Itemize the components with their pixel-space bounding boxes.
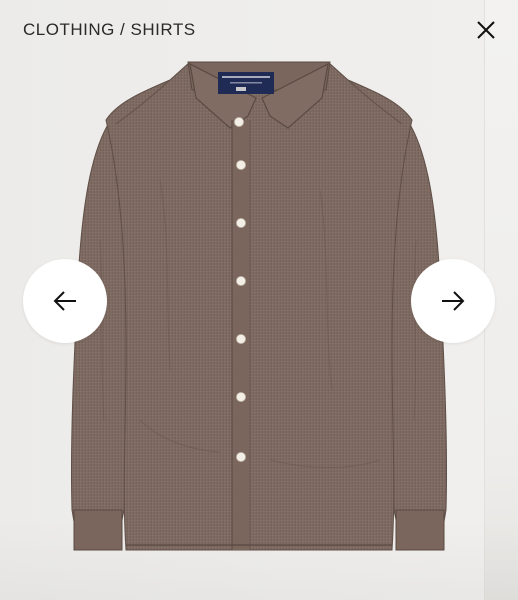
arrow-right-icon [442, 291, 465, 311]
viewer-header: CLOTHING / SHIRTS [0, 0, 518, 60]
arrow-left-icon [53, 291, 76, 311]
breadcrumb[interactable]: CLOTHING / SHIRTS [23, 20, 196, 40]
product-image-viewer: CLOTHING / SHIRTS [0, 0, 518, 600]
previous-image-button[interactable] [23, 259, 107, 343]
next-image-button[interactable] [411, 259, 495, 343]
close-button[interactable] [470, 14, 502, 46]
close-icon [477, 21, 495, 39]
